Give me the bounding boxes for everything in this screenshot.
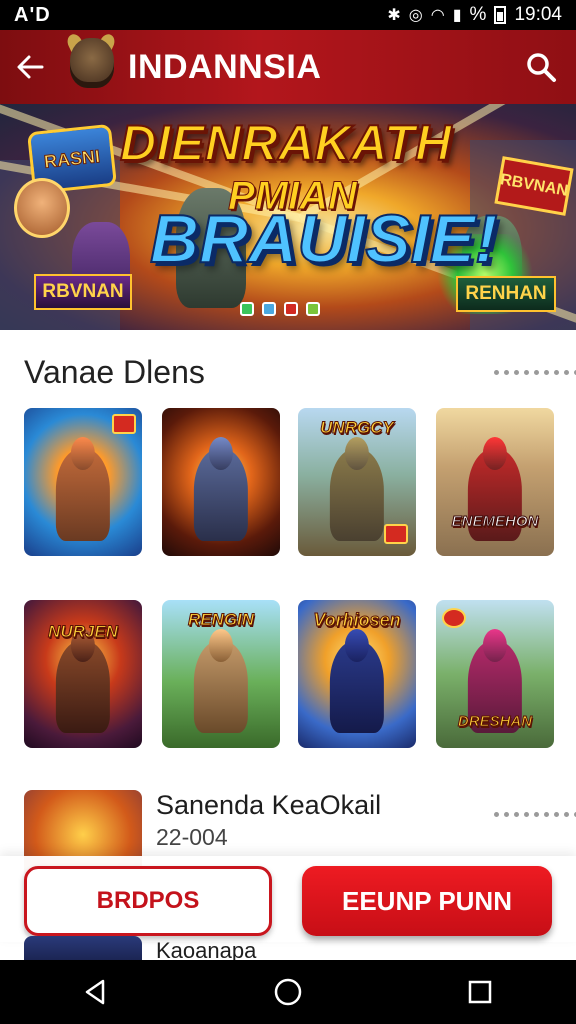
triangle-back-icon (85, 979, 105, 1005)
list-item-title[interactable]: Sanenda KeaOkail (156, 790, 381, 821)
pager-dot[interactable] (240, 302, 254, 316)
app-bar: INDANNSIA (0, 30, 576, 104)
game-tile[interactable] (24, 408, 142, 556)
carrier-text: A'D (14, 3, 51, 26)
game-title: DRESHAN (457, 713, 533, 731)
nav-home-button[interactable] (248, 960, 328, 1024)
square-recents-icon (468, 980, 492, 1004)
list-more-icon[interactable] (494, 812, 576, 817)
game-tile[interactable]: DRESHAN (436, 600, 554, 748)
game-title: UNRGCY (320, 418, 395, 438)
game-tile[interactable]: NURJEN (24, 600, 142, 748)
alarm-icon: ◎ (408, 7, 423, 24)
secondary-button[interactable]: BRDPOS (24, 866, 272, 936)
game-title: Vorhiosen (313, 610, 401, 631)
signal-icon: ▮ (452, 7, 462, 24)
circle-home-icon (274, 978, 302, 1006)
search-button[interactable] (506, 30, 576, 104)
primary-button[interactable]: EEUNP PUNN (302, 866, 552, 936)
clock: 19:04 (514, 4, 562, 25)
pager-dot[interactable] (284, 302, 298, 316)
game-tile[interactable]: ENEMEHON (436, 408, 554, 556)
action-bar: BRDPOS EEUNP PUNN (0, 856, 576, 942)
search-icon (527, 53, 556, 82)
game-tile[interactable]: UNRGCY (298, 408, 416, 556)
section-more-icon[interactable] (494, 370, 576, 375)
list-item-subtitle: 22-004 (156, 824, 228, 850)
game-tile[interactable]: Vorhiosen (298, 600, 416, 748)
hero-banner[interactable]: RASNI DIENRAKATH PMIAN BRAUISIE! RBVNAN … (0, 104, 576, 330)
back-button[interactable] (0, 30, 60, 104)
back-arrow-icon (17, 55, 44, 79)
banner-sign-right: RENHAN (456, 276, 556, 312)
screen: A'D ✱ ◎ ◠ ▮ % 19:04 INDANNSIA RASNI DIEN… (0, 0, 576, 1024)
nav-recents-button[interactable] (440, 960, 520, 1024)
nav-back-button[interactable] (56, 960, 136, 1024)
section-title: Vanae Dlens (24, 354, 205, 390)
page-title: INDANNSIA (128, 47, 322, 86)
pager-dot[interactable] (306, 302, 320, 316)
wifi-icon: ◠ (430, 7, 445, 24)
banner-title: DIENRAKATH (119, 114, 452, 172)
banner-portrait (14, 178, 70, 238)
game-title: RENGIN (187, 610, 255, 630)
bluetooth-icon: ✱ (387, 7, 401, 24)
pager-dot[interactable] (262, 302, 276, 316)
status-icons: ✱ ◎ ◠ ▮ % 19:04 (387, 4, 562, 26)
mascot-icon (60, 30, 122, 104)
system-nav-bar (0, 960, 576, 1024)
list-thumbnail[interactable] (24, 936, 142, 962)
game-tile[interactable]: RENGIN (162, 600, 280, 748)
banner-pager (240, 302, 320, 316)
banner-main-text: BRAUISIE! (149, 200, 499, 278)
battery-icon (494, 6, 507, 24)
game-title: ENEMEHON (451, 513, 539, 531)
battery-percent: % (469, 4, 487, 25)
game-title: NURJEN (48, 622, 119, 642)
game-tile[interactable] (162, 408, 280, 556)
status-bar: A'D ✱ ◎ ◠ ▮ % 19:04 (0, 0, 576, 30)
banner-sign-left: RBVNAN (34, 274, 132, 310)
